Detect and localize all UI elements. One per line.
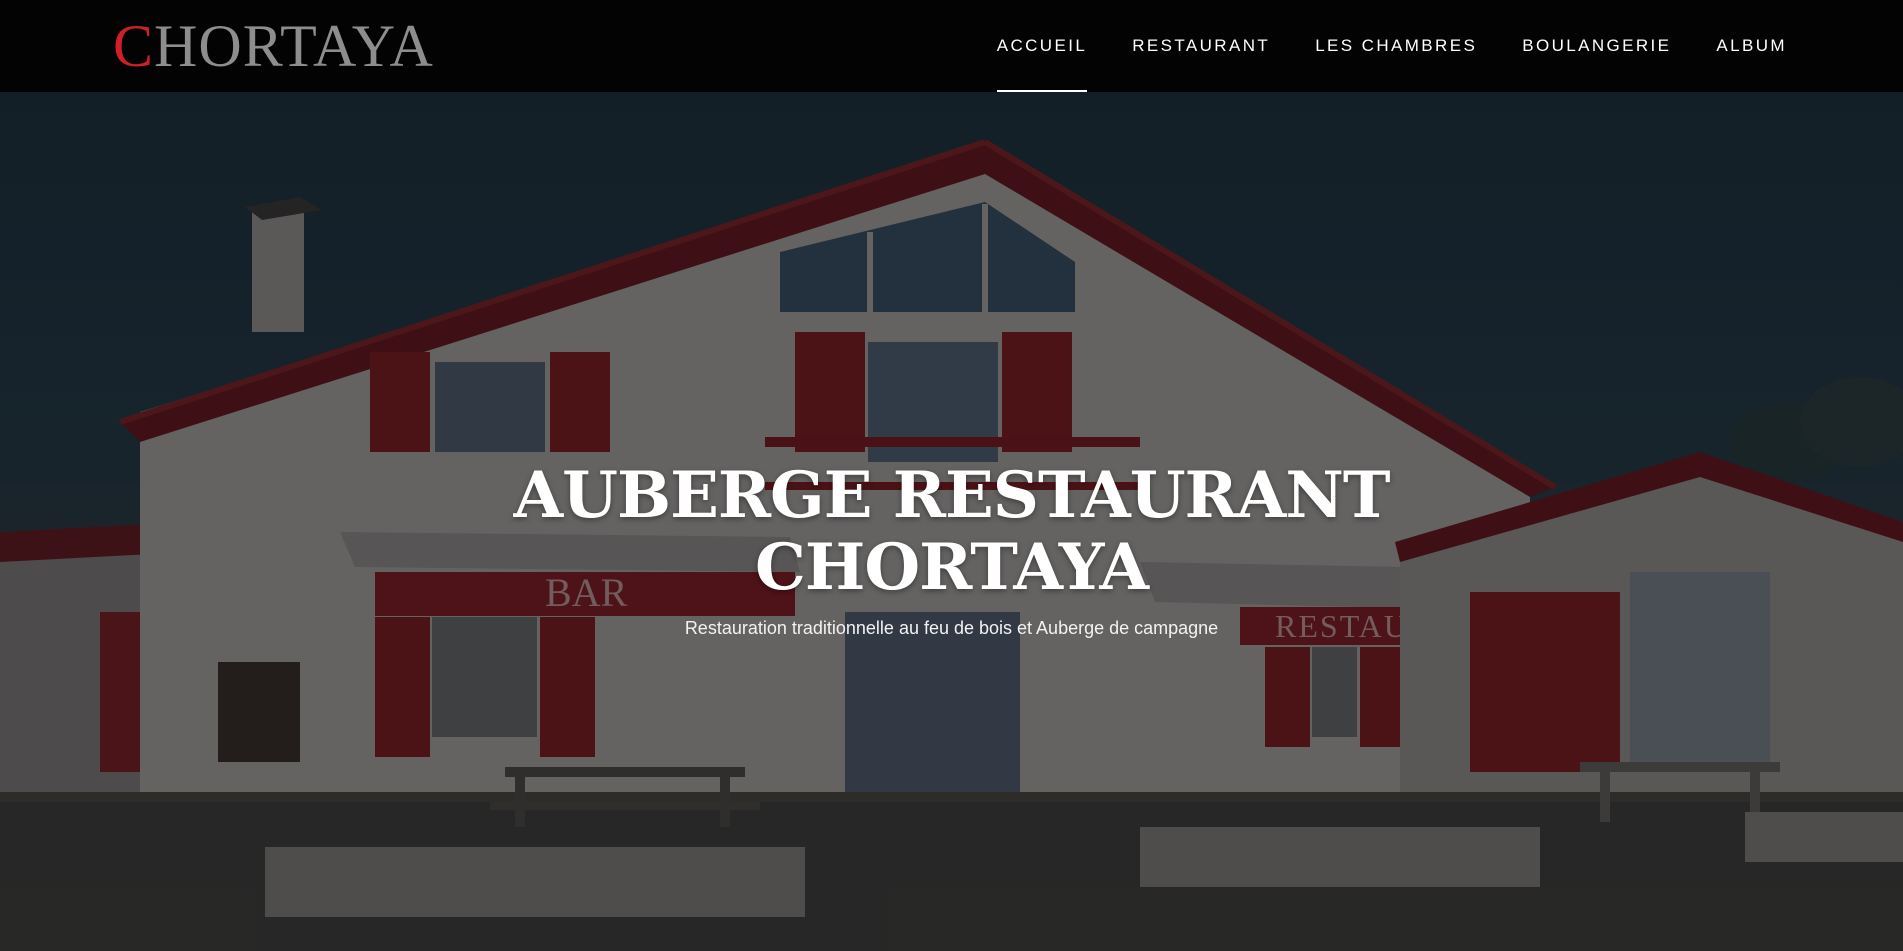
nav-item-boulangerie[interactable]: BOULANGERIE <box>1522 0 1671 92</box>
nav-item-album[interactable]: ALBUM <box>1716 0 1787 92</box>
logo-first-letter: C <box>113 13 155 79</box>
site-logo[interactable]: CHORTAYA <box>113 14 434 78</box>
nav-item-les-chambres[interactable]: LES CHAMBRES <box>1315 0 1477 92</box>
site-header: CHORTAYA ACCUEIL RESTAURANT LES CHAMBRES… <box>0 0 1903 92</box>
nav-item-accueil[interactable]: ACCUEIL <box>996 0 1088 92</box>
hero-subtitle: Restauration traditionnelle au feu de bo… <box>684 618 1219 638</box>
hero-title: AUBERGE RESTAURANT CHORTAYA <box>0 460 1903 604</box>
hero-title-line-2: CHORTAYA <box>754 530 1149 605</box>
main-nav: ACCUEIL RESTAURANT LES CHAMBRES BOULANGE… <box>952 0 1787 92</box>
hero-title-line-1: AUBERGE RESTAURANT <box>513 458 1391 533</box>
nav-item-restaurant[interactable]: RESTAURANT <box>1132 0 1270 92</box>
logo-text: HORTAYA <box>154 13 434 79</box>
hero-banner: BAR RESTAURANT AUBERGE RESTAURANT CHORTA… <box>0 92 1903 951</box>
